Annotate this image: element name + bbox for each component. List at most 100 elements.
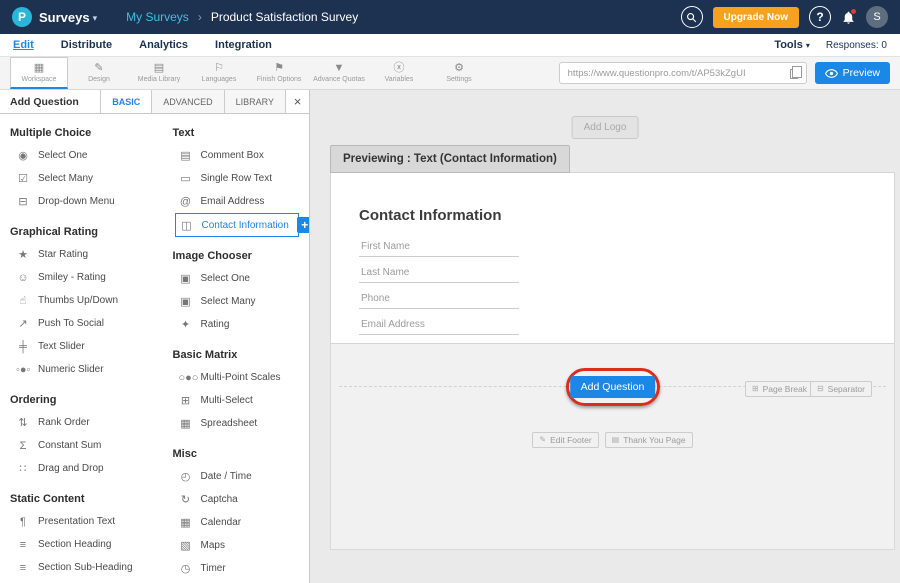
question-type-rank-order[interactable]: ⇅Rank Order [10, 411, 155, 434]
date-time-icon: ◴ [179, 470, 193, 483]
group-heading: Image Chooser [173, 250, 300, 262]
tab-analytics[interactable]: Analytics [139, 39, 188, 51]
separator-button[interactable]: ⊟ Separator [810, 381, 872, 397]
question-type-email-address[interactable]: @Email Address [173, 190, 300, 213]
toolbar-item-settings[interactable]: ⚙Settings [430, 57, 488, 89]
document-icon: ▤ [612, 436, 620, 444]
add-logo-button[interactable]: Add Logo [572, 116, 639, 139]
upgrade-now-button[interactable]: Upgrade Now [713, 7, 799, 28]
question-type-section-sub-heading[interactable]: ≡Section Sub-Heading [10, 556, 155, 579]
thank-you-page-button[interactable]: ▤ Thank You Page [605, 432, 693, 448]
question-type-select-one[interactable]: ◉Select One [10, 144, 155, 167]
question-type-label: Thumbs Up/Down [38, 295, 118, 306]
toolbar-item-design[interactable]: ✎Design [70, 57, 128, 89]
tab-edit[interactable]: Edit [13, 39, 34, 51]
question-type-label: Email Address [201, 196, 265, 207]
add-question-button[interactable]: Add Question [570, 376, 656, 398]
question-type-rating[interactable]: ✦Rating [173, 313, 300, 336]
toolbar-item-languages[interactable]: ⚐Languages [190, 57, 248, 89]
sidebar-tab-basic[interactable]: BASIC [100, 90, 151, 113]
question-type-label: Section Heading [38, 539, 111, 550]
group-heading: Graphical Rating [10, 226, 155, 238]
question-type-drop-down-menu[interactable]: ⊟Drop-down Menu [10, 190, 155, 213]
sidebar-tab-advanced[interactable]: ADVANCED [151, 90, 223, 113]
input-field-last-name[interactable]: Last Name [359, 267, 519, 283]
input-field-first-name[interactable]: First Name [359, 241, 519, 257]
preview-button[interactable]: Preview [815, 62, 890, 84]
toolbar-item-advance-quotas[interactable]: ▼Advance Quotas [310, 57, 368, 89]
copy-icon[interactable] [790, 69, 798, 79]
input-field-email-address[interactable]: Email Address [359, 319, 519, 335]
search-button[interactable] [681, 6, 703, 28]
question-type-spreadsheet[interactable]: ▦Spreadsheet [173, 412, 300, 435]
toolbar-item-label: Design [88, 76, 110, 83]
close-panel-button[interactable]: × [285, 90, 309, 113]
add-question-panel-header: Add Question BASICADVANCEDLIBRARY × [0, 90, 309, 114]
toolbar-item-media-library[interactable]: ▤Media Library [130, 57, 188, 89]
questionpro-logo-icon[interactable]: P [12, 7, 32, 27]
question-type-label: Spreadsheet [201, 418, 258, 429]
edit-icon: ✎ [539, 436, 546, 444]
question-type-select-one[interactable]: ▣Select One [173, 267, 300, 290]
question-type-smiley-rating[interactable]: ☺Smiley - Rating [10, 266, 155, 289]
question-type-comment-box[interactable]: ▤Comment Box [173, 144, 300, 167]
breadcrumb-my-surveys[interactable]: My Surveys [126, 10, 189, 24]
sidebar-tab-library[interactable]: LIBRARY [224, 90, 285, 113]
search-icon [686, 12, 697, 23]
question-type-maps[interactable]: ▧Maps [173, 534, 300, 557]
panel-title: Add Question [0, 90, 100, 113]
surveys-product-menu[interactable]: Surveys ▾ [39, 10, 97, 25]
question-type-calendar[interactable]: ▦Calendar [173, 511, 300, 534]
settings-icon: ⚙ [454, 63, 464, 74]
question-type-numeric-slider[interactable]: ◦●◦Numeric Slider [10, 358, 155, 381]
question-type-label: Contact Information [202, 220, 289, 231]
input-field-phone[interactable]: Phone [359, 293, 519, 309]
tab-distribute[interactable]: Distribute [61, 39, 112, 51]
caret-down-icon: ▾ [806, 40, 810, 50]
notifications-button[interactable] [841, 10, 856, 25]
question-title: Contact Information [359, 207, 894, 224]
question-type-multi-select[interactable]: ⊞Multi-Select [173, 389, 300, 412]
numeric-slider-icon: ◦●◦ [16, 364, 30, 376]
add-selected-question-button[interactable]: + [297, 217, 309, 233]
tools-menu[interactable]: Tools ▾ [774, 39, 810, 51]
survey-url-input[interactable] [559, 62, 807, 84]
question-type-label: Maps [201, 540, 225, 551]
question-type-star-rating[interactable]: ★Star Rating [10, 243, 155, 266]
timer-icon: ◷ [179, 562, 193, 575]
question-type-multi-point-scales[interactable]: ○●○Multi-Point Scales [173, 366, 300, 389]
question-type-thumbs-up-down[interactable]: ☝Thumbs Up/Down [10, 289, 155, 312]
edit-footer-button[interactable]: ✎ Edit Footer [532, 432, 598, 448]
question-type-timer[interactable]: ◷Timer [173, 557, 300, 580]
caret-down-icon: ▾ [93, 11, 98, 24]
user-avatar[interactable]: S [866, 6, 888, 28]
question-group-text: Text ▤Comment Box▭Single Row Text@Email A… [173, 127, 300, 237]
toolbar-item-variables[interactable]: ⓧVariables [370, 57, 428, 89]
languages-icon: ⚐ [214, 63, 224, 74]
question-type-label: Presentation Text [38, 516, 115, 527]
question-type-section-heading[interactable]: ≡Section Heading [10, 533, 155, 556]
question-type-label: Single Row Text [201, 173, 273, 184]
group-heading: Text [173, 127, 300, 139]
separator-icon: ⊟ [817, 385, 824, 393]
question-type-constant-sum[interactable]: ΣConstant Sum [10, 434, 155, 457]
question-type-contact-information[interactable]: ◫Contact Information+ [175, 213, 300, 237]
question-type-captcha[interactable]: ↻Captcha [173, 488, 300, 511]
question-type-text-slider[interactable]: ╪Text Slider [10, 335, 155, 358]
toolbar-items: ▦Workspace✎Design▤Media Library⚐Language… [10, 57, 488, 89]
question-type-date-time[interactable]: ◴Date / Time [173, 465, 300, 488]
question-type-drag-and-drop[interactable]: ∷Drag and Drop [10, 457, 155, 480]
page-break-button[interactable]: ⊞ Page Break [745, 381, 814, 397]
responses-count[interactable]: Responses: 0 [826, 40, 887, 51]
question-type-select-many[interactable]: ☑Select Many [10, 167, 155, 190]
question-type-presentation-text[interactable]: ¶Presentation Text [10, 510, 155, 533]
toolbar-item-workspace[interactable]: ▦Workspace [10, 57, 68, 89]
tab-integration[interactable]: Integration [215, 39, 272, 51]
toolbar-item-finish-options[interactable]: ⚑Finish Options [250, 57, 308, 89]
question-type-push-to-social[interactable]: ↗Push To Social [10, 312, 155, 335]
question-preview-card: Contact Information First Name Last Name P… [330, 172, 895, 344]
question-type-select-many[interactable]: ▣Select Many [173, 290, 300, 313]
question-type-single-row-text[interactable]: ▭Single Row Text [173, 167, 300, 190]
help-button[interactable]: ? [809, 6, 831, 28]
group-heading: Static Content [10, 493, 155, 505]
